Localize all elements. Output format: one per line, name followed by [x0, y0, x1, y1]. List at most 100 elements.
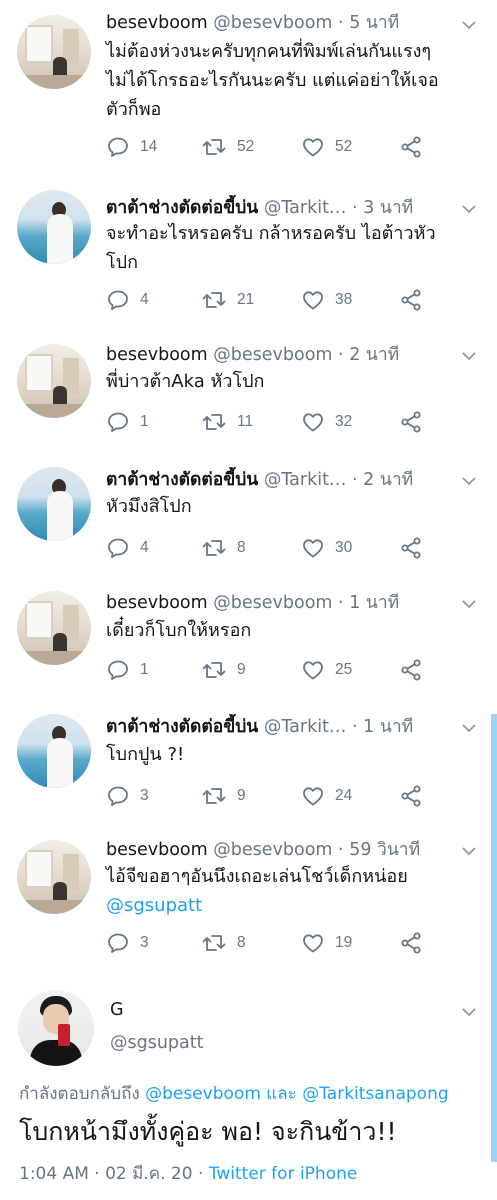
chevron-down-icon[interactable]: [460, 842, 478, 860]
timestamp[interactable]: 1 นาที: [349, 593, 399, 613]
user-handle[interactable]: @besevboom: [213, 593, 332, 613]
display-name[interactable]: ตาต้าช่างตัดต่อขี้บ่น: [106, 717, 258, 737]
share-button[interactable]: [399, 782, 423, 810]
reply-button[interactable]: 1: [106, 656, 149, 684]
display-name[interactable]: ตาต้าช่างตัดต่อขี้บ่น: [106, 470, 258, 490]
avatar[interactable]: [17, 190, 91, 264]
chevron-down-icon[interactable]: [460, 200, 478, 218]
reply-icon: [108, 660, 128, 680]
user-handle[interactable]: @sgsupatt: [110, 1033, 204, 1053]
tweet-text-line: เดี๋ยวก็โบกให้หรอก: [106, 620, 252, 641]
timestamp[interactable]: 5 นาที: [349, 13, 399, 33]
timestamp[interactable]: 59 วินาที: [349, 840, 420, 860]
reply-button[interactable]: 3: [106, 929, 149, 957]
reply-icon: [108, 137, 128, 157]
like-button[interactable]: 24: [301, 782, 352, 810]
share-icon: [401, 136, 421, 158]
user-handle[interactable]: @besevboom: [213, 345, 332, 365]
display-name[interactable]: besevboom: [106, 593, 208, 613]
chevron-down-icon[interactable]: [460, 347, 478, 365]
reply-icon: [108, 786, 128, 806]
share-button[interactable]: [399, 133, 423, 161]
like-button[interactable]: 52: [301, 133, 352, 161]
avatar[interactable]: [17, 714, 91, 788]
reply-button[interactable]: 4: [106, 286, 149, 314]
user-handle[interactable]: @besevboom: [213, 13, 332, 33]
chevron-down-icon[interactable]: [460, 595, 478, 613]
retweet-icon: [202, 788, 226, 804]
like-button[interactable]: 30: [301, 534, 352, 562]
reply-icon: [108, 290, 128, 310]
share-button[interactable]: [399, 656, 423, 684]
retweet-button[interactable]: 9: [201, 656, 246, 684]
chevron-down-icon[interactable]: [460, 719, 478, 737]
like-icon: [303, 413, 323, 432]
tweet-text: โบกปูน ?!: [106, 740, 481, 769]
reply-button[interactable]: 1: [106, 408, 149, 436]
retweet-button[interactable]: 52: [201, 133, 254, 161]
share-icon: [401, 537, 421, 559]
retweet-count: 9: [237, 787, 246, 804]
user-handle[interactable]: @besevboom: [213, 840, 332, 860]
timestamp[interactable]: 2 นาที: [363, 470, 413, 490]
retweet-button[interactable]: 21: [201, 286, 254, 314]
like-button[interactable]: 32: [301, 408, 352, 436]
tweet-text-line: จะทำอะไรหรอครับ กล้าหรอครับ ไอต้าวหัว: [106, 223, 436, 244]
display-name[interactable]: besevboom: [106, 345, 208, 365]
user-handle[interactable]: @Tarkit…: [264, 470, 347, 490]
tweet-text-line: ไม่ต้องห่วงนะครับทุกคนที่พิมพ์เล่นกันแรง…: [106, 41, 432, 62]
avatar[interactable]: [18, 990, 94, 1066]
tweet-header: besevboom @besevboom · 5 นาที: [106, 10, 457, 36]
reply-count: 3: [140, 787, 149, 804]
avatar[interactable]: [17, 344, 91, 418]
display-name[interactable]: besevboom: [106, 13, 208, 33]
share-button[interactable]: [399, 408, 423, 436]
user-handle[interactable]: @Tarkit…: [264, 717, 347, 737]
avatar[interactable]: [17, 591, 91, 665]
retweet-count: 8: [237, 934, 246, 951]
tweet-text: ไม่ต้องห่วงนะครับทุกคนที่พิมพ์เล่นกันแรง…: [106, 37, 481, 124]
retweet-count: 8: [237, 539, 246, 556]
scrollbar[interactable]: [491, 714, 497, 1162]
tweet-text-line: หัวมึงสิโปก: [106, 496, 192, 517]
retweet-button[interactable]: 9: [201, 782, 246, 810]
display-name[interactable]: besevboom: [106, 840, 208, 860]
like-button[interactable]: 38: [301, 286, 352, 314]
retweet-button[interactable]: 8: [201, 534, 246, 562]
chevron-down-icon[interactable]: [460, 1003, 478, 1021]
chevron-down-icon[interactable]: [460, 16, 478, 34]
tweet-header: ตาต้าช่างตัดต่อขี้บ่น @Tarkit… · 3 นาที: [106, 195, 457, 221]
retweet-button[interactable]: 11: [201, 408, 253, 436]
display-name[interactable]: G: [110, 1000, 124, 1020]
reply-button[interactable]: 14: [106, 133, 157, 161]
tweet-source-link[interactable]: Twitter for iPhone: [209, 1164, 358, 1184]
mention-link[interactable]: @Tarkitsanapong: [302, 1084, 448, 1104]
share-icon: [401, 659, 421, 681]
share-button[interactable]: [399, 929, 423, 957]
reply-icon: [108, 538, 128, 558]
chevron-down-icon[interactable]: [460, 472, 478, 490]
display-name[interactable]: ตาต้าช่างตัดต่อขี้บ่น: [106, 198, 258, 218]
timestamp[interactable]: 3 นาที: [363, 198, 413, 218]
replying-to: กำลังตอบกลับถึง @besevboom และ @Tarkitsa…: [19, 1080, 449, 1107]
mention-link[interactable]: @sgsupatt: [106, 891, 481, 920]
reply-button[interactable]: 3: [106, 782, 149, 810]
mention-link[interactable]: @besevboom: [145, 1084, 261, 1104]
replying-and: และ: [266, 1084, 297, 1104]
avatar[interactable]: [17, 15, 91, 89]
timestamp[interactable]: 1 นาที: [363, 717, 413, 737]
tweet-time[interactable]: 1:04 AM: [19, 1164, 89, 1184]
tweet-date[interactable]: 02 มี.ค. 20: [105, 1164, 192, 1184]
retweet-button[interactable]: 8: [201, 929, 246, 957]
user-handle[interactable]: @Tarkit…: [264, 198, 347, 218]
share-button[interactable]: [399, 286, 423, 314]
tweet-actions: 4 8 30: [106, 534, 436, 562]
like-button[interactable]: 19: [301, 929, 352, 957]
avatar[interactable]: [17, 840, 91, 914]
avatar[interactable]: [17, 467, 91, 541]
share-button[interactable]: [399, 534, 423, 562]
reply-button[interactable]: 4: [106, 534, 149, 562]
like-icon: [303, 539, 323, 558]
like-button[interactable]: 25: [301, 656, 352, 684]
timestamp[interactable]: 2 นาที: [349, 345, 399, 365]
